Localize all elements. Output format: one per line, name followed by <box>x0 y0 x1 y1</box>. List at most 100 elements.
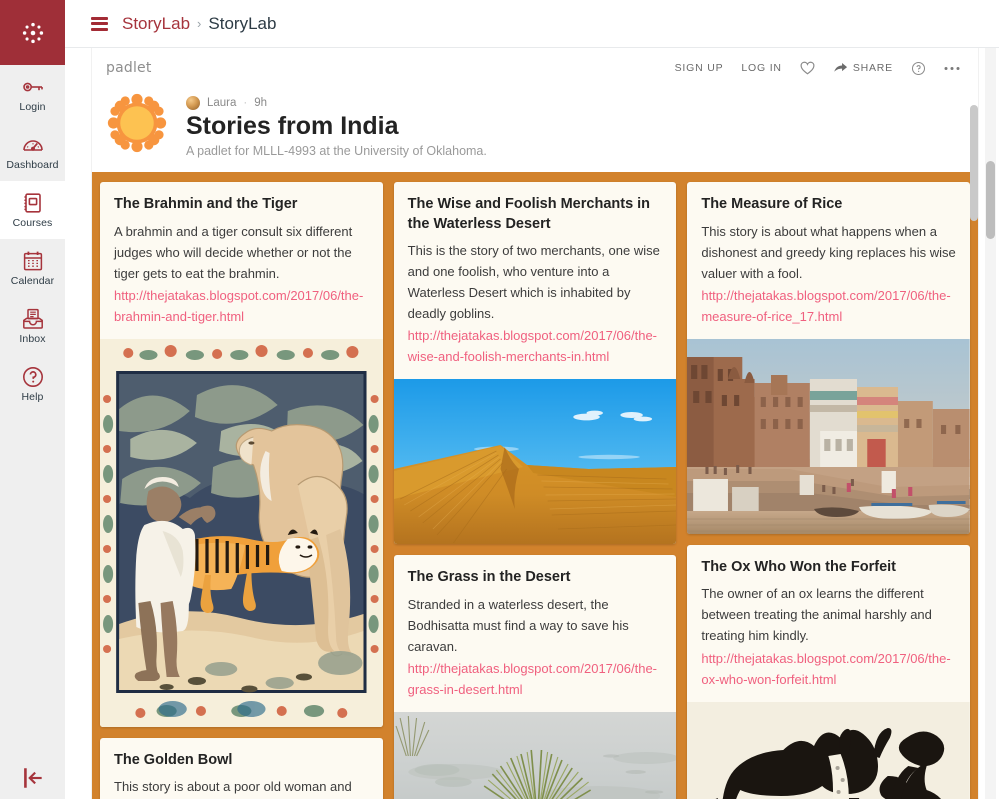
card-body: The Golden Bowl This story is about a po… <box>100 738 383 799</box>
avatar <box>186 96 200 110</box>
column-1: The Brahmin and the Tiger A brahmin and … <box>100 182 383 799</box>
card-description: A brahmin and a tiger consult six differ… <box>114 223 353 281</box>
breadcrumb-bar: StoryLab › StoryLab <box>65 0 999 48</box>
card-ox-won-forfeit[interactable]: The Ox Who Won the Forfeit The owner of … <box>687 544 971 799</box>
log-in-button[interactable]: LOG IN <box>741 62 781 74</box>
question-circle-icon <box>22 367 43 388</box>
silhouette-ox-and-man <box>687 701 971 799</box>
canvas-logo[interactable] <box>0 0 65 65</box>
sidebar-item-help[interactable]: Help <box>0 355 65 413</box>
padlet-logo[interactable]: padlet <box>106 60 152 76</box>
card-link[interactable]: http://thejatakas.blogspot.com/2017/06/t… <box>114 285 369 327</box>
card-description: This story is about a poor old woman and <box>114 779 352 795</box>
canvas-logo-icon <box>22 22 43 43</box>
breadcrumb-current-page: StoryLab <box>208 13 277 33</box>
padlet-action-group: SIGN UP LOG IN SHARE <box>675 61 960 76</box>
log-in-label: LOG IN <box>741 62 782 74</box>
sidebar-item-label: Courses <box>12 217 53 230</box>
padlet-board: The Brahmin and the Tiger A brahmin and … <box>92 172 978 799</box>
sidebar-item-label: Inbox <box>19 333 46 346</box>
global-navigation: Login Dashboard Courses Calendar Inbox H… <box>0 0 65 799</box>
sign-up-button[interactable]: SIGN UP <box>675 62 724 74</box>
gauge-icon <box>22 140 43 152</box>
card-description: This is the story of two merchants, one … <box>407 243 660 322</box>
byline-separator: · <box>243 97 248 109</box>
card-measure-of-rice[interactable]: The Measure of Rice This story is about … <box>687 182 971 534</box>
card-title: The Grass in the Desert <box>407 569 571 586</box>
courses-icon <box>23 193 41 213</box>
photo-varanasi-ghats <box>687 338 971 534</box>
breadcrumb-course-link[interactable]: StoryLab <box>122 14 190 34</box>
photo-white-sands-yucca <box>393 712 677 799</box>
inbox-icon <box>22 309 43 329</box>
card-body: The Grass in the Desert Stranded in a wa… <box>394 555 677 712</box>
card-description: The owner of an ox learns the different … <box>701 586 932 644</box>
page-title: Stories from India <box>186 112 399 140</box>
sidebar-item-label: Calendar <box>10 275 55 288</box>
page-subtitle: A padlet for MLLL-4993 at the University… <box>186 144 487 158</box>
timestamp: 9h <box>254 97 268 109</box>
card-link[interactable]: http://thejatakas.blogspot.com/2017/06/t… <box>408 658 663 700</box>
padlet-header: Laura · 9h Stories from India A padlet f… <box>92 88 978 172</box>
breadcrumb: StoryLab › StoryLab <box>122 14 276 34</box>
card-brahmin-tiger[interactable]: The Brahmin and the Tiger A brahmin and … <box>100 182 383 727</box>
heart-icon <box>800 61 815 75</box>
card-body: The Brahmin and the Tiger A brahmin and … <box>100 182 383 339</box>
sidebar-item-label: Dashboard <box>6 159 59 172</box>
card-link[interactable]: http://thejatakas.blogspot.com/2017/06/t… <box>701 285 956 327</box>
sidebar-item-dashboard[interactable]: Dashboard <box>0 123 65 181</box>
sidebar-item-calendar[interactable]: Calendar <box>0 239 65 297</box>
padlet-scrollbar[interactable] <box>970 105 978 799</box>
sidebar-item-courses[interactable]: Courses <box>0 181 65 239</box>
share-button[interactable]: SHARE <box>833 61 893 75</box>
card-title: The Measure of Rice <box>701 196 843 212</box>
page-scrollbar[interactable] <box>985 48 996 799</box>
card-title: The Brahmin and the Tiger <box>114 196 298 212</box>
card-title: The Ox Who Won the Forfeit <box>701 558 897 575</box>
question-circle-icon <box>911 61 926 75</box>
sun-avatar-icon[interactable] <box>106 92 168 154</box>
favorite-button[interactable] <box>800 61 815 75</box>
calendar-icon <box>23 251 42 271</box>
column-2: The Wise and Foolish Merchants in the Wa… <box>393 182 677 799</box>
page-scrollbar-thumb[interactable] <box>986 161 995 239</box>
author-name[interactable]: Laura <box>207 97 236 109</box>
photo-sand-dune <box>393 379 677 545</box>
sidebar-collapse-toggle[interactable] <box>0 765 65 799</box>
sidebar-item-inbox[interactable]: Inbox <box>0 297 65 355</box>
share-label: SHARE <box>852 62 893 74</box>
card-link[interactable]: http://thejatakas.blogspot.com/2017/06/t… <box>701 648 956 690</box>
card-grass-in-desert[interactable]: The Grass in the Desert Stranded in a wa… <box>393 555 677 799</box>
sign-up-label: SIGN UP <box>674 62 724 74</box>
share-arrow-icon <box>834 63 847 72</box>
card-body: The Measure of Rice This story is about … <box>687 182 970 339</box>
canvas-app: Login Dashboard Courses Calendar Inbox H… <box>0 0 999 799</box>
card-description: This story is about what happens when a … <box>701 223 956 281</box>
breadcrumb-separator: › <box>197 16 202 31</box>
illustration-brahmin-camel-tiger <box>100 338 383 727</box>
padlet-toolbar: padlet SIGN UP LOG IN SHARE <box>92 48 978 88</box>
card-description: Stranded in a waterless desert, the Bodh… <box>407 596 629 655</box>
sidebar-item-label: Help <box>21 391 44 404</box>
collapse-arrow-icon <box>23 768 42 788</box>
hamburger-icon[interactable] <box>91 16 108 31</box>
more-options-button[interactable] <box>944 66 960 71</box>
card-title: The Wise and Foolish Merchants in the Wa… <box>407 196 651 232</box>
card-body: The Wise and Foolish Merchants in the Wa… <box>394 182 677 379</box>
sidebar-item-login[interactable]: Login <box>0 65 65 123</box>
main-content: StoryLab › StoryLab padlet SIGN UP LOG I… <box>65 0 999 799</box>
padlet-header-text: Laura · 9h Stories from India A padlet f… <box>186 92 487 158</box>
padlet-byline: Laura · 9h <box>186 96 487 110</box>
padlet-embed: padlet SIGN UP LOG IN SHARE Laura · 9h S… <box>91 48 979 799</box>
sidebar-item-label: Login <box>19 101 46 114</box>
ellipsis-icon <box>944 66 960 70</box>
card-title: The Golden Bowl <box>114 751 233 768</box>
padlet-help-button[interactable] <box>911 61 926 76</box>
card-link[interactable]: http://thejatakas.blogspot.com/2017/06/t… <box>408 325 663 367</box>
key-icon <box>22 82 43 92</box>
card-body: The Ox Who Won the Forfeit The owner of … <box>687 545 970 702</box>
card-wise-foolish-merchants[interactable]: The Wise and Foolish Merchants in the Wa… <box>393 182 677 545</box>
column-3: The Measure of Rice This story is about … <box>687 182 971 799</box>
card-golden-bowl[interactable]: The Golden Bowl This story is about a po… <box>100 737 383 799</box>
padlet-scrollbar-thumb[interactable] <box>970 105 978 221</box>
